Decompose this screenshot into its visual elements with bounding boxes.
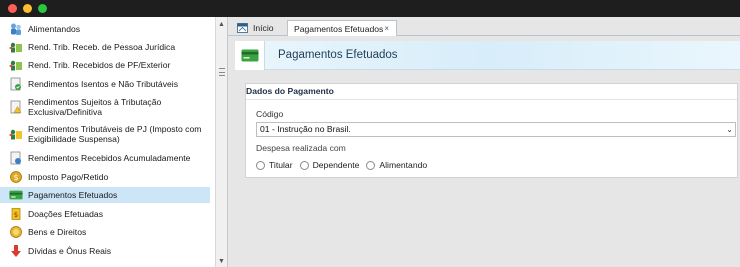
scroll-down-arrow-icon[interactable]: ▼	[218, 258, 225, 265]
radio-dependente[interactable]: Dependente	[299, 160, 360, 170]
sidebar-item-label: Alimentandos	[28, 23, 81, 34]
tab-label: Início	[253, 23, 274, 33]
close-window-button[interactable]	[8, 4, 17, 13]
sidebar: Alimentandos Rend. Trib. Receb. de Pesso…	[0, 17, 215, 267]
credit-card-icon	[235, 41, 265, 70]
sidebar-item-rend-acumuladamente[interactable]: Rendimentos Recebidos Acumuladamente	[0, 150, 210, 166]
scroll-up-arrow-icon[interactable]: ▲	[218, 21, 225, 28]
money-transfer-icon	[9, 127, 23, 141]
radio-button[interactable]	[366, 160, 376, 170]
sidebar-item-dividas[interactable]: Dívidas e Ônus Reais	[0, 243, 210, 259]
tab-inicio[interactable]: Início	[237, 20, 286, 36]
chevron-down-icon[interactable]: ⌄	[726, 123, 733, 136]
sidebar-item-label: Rend. Trib. Receb. de Pessoa Jurídica	[28, 41, 176, 52]
document-check-icon	[9, 77, 23, 91]
window-titlebar	[0, 0, 740, 17]
close-tab-icon[interactable]: ×	[384, 24, 389, 33]
maximize-window-button[interactable]	[38, 4, 47, 13]
sidebar-item-doacoes[interactable]: $ Doações Efetuadas	[0, 206, 210, 222]
sidebar-item-imposto-pago[interactable]: $ Imposto Pago/Retido	[0, 169, 210, 185]
sidebar-item-pagamentos-efetuados[interactable]: Pagamentos Efetuados	[0, 187, 210, 203]
page-header-banner: Pagamentos Efetuados	[235, 41, 740, 70]
minimize-window-button[interactable]	[23, 4, 32, 13]
radio-button[interactable]	[299, 160, 309, 170]
sidebar-item-label: Rendimentos Sujeitos à Tributação Exclus…	[28, 96, 162, 118]
payment-data-panel: Dados do Pagamento Código 01 - Instrução…	[245, 83, 738, 178]
sidebar-item-label: Rendimentos Isentos e Não Tributáveis	[28, 78, 178, 89]
tab-label: Pagamentos Efetuados	[294, 23, 384, 34]
coins-icon	[9, 225, 23, 239]
sidebar-item-rend-pj-suspensa[interactable]: Rendimentos Tributáveis de PJ (Imposto c…	[0, 123, 210, 145]
section-divider	[246, 99, 737, 100]
svg-text:$: $	[13, 173, 18, 182]
sidebar-item-label: Pagamentos Efetuados	[28, 189, 118, 200]
sidebar-item-rend-exclusiva[interactable]: Rendimentos Sujeitos à Tributação Exclus…	[0, 96, 210, 118]
radio-label: Dependente	[312, 160, 360, 170]
despesa-radio-group: Titular Dependente Alimentando	[256, 160, 434, 170]
sidebar-scrollbar[interactable]: ▲ ▼	[215, 17, 228, 267]
home-tab-icon	[237, 23, 248, 33]
page-title: Pagamentos Efetuados	[278, 49, 398, 61]
radio-alimentando[interactable]: Alimentando	[366, 160, 427, 170]
radio-label: Alimentando	[379, 160, 428, 170]
document-warning-icon	[9, 100, 23, 114]
coin-icon: $	[9, 170, 23, 184]
credit-card-icon	[9, 188, 23, 202]
sidebar-item-label: Rend. Trib. Recebidos de PF/Exterior	[28, 59, 171, 70]
codigo-label: Código	[256, 109, 284, 119]
tab-bar: Início Pagamentos Efetuados ×	[228, 17, 740, 36]
sidebar-item-rend-trib-pf[interactable]: Rend. Trib. Recebidos de PF/Exterior	[0, 57, 210, 73]
sidebar-item-label: Rendimentos Recebidos Acumuladamente	[28, 152, 191, 163]
scroll-grip-icon[interactable]	[219, 68, 225, 76]
radio-button[interactable]	[256, 160, 265, 170]
sidebar-item-rend-isentos[interactable]: Rendimentos Isentos e Não Tributáveis	[0, 76, 210, 92]
svg-text:$: $	[14, 211, 18, 219]
despesa-label: Despesa realizada com	[256, 143, 346, 153]
donation-icon: $	[9, 207, 23, 221]
radio-titular[interactable]: Titular	[256, 160, 293, 170]
codigo-selected-value: 01 - Instrução no Brasil.	[260, 124, 351, 134]
money-transfer-icon	[9, 58, 23, 72]
sidebar-item-alimentandos[interactable]: Alimentandos	[0, 21, 210, 37]
sidebar-item-label: Rendimentos Tributáveis de PJ (Imposto c…	[28, 123, 202, 145]
tab-pagamentos-efetuados[interactable]: Pagamentos Efetuados ×	[287, 20, 397, 36]
main-content: Início Pagamentos Efetuados × Pagamentos…	[228, 17, 740, 267]
money-transfer-icon	[9, 40, 23, 54]
sidebar-item-label: Dívidas e Ônus Reais	[28, 245, 112, 256]
sidebar-item-label: Imposto Pago/Retido	[28, 171, 109, 182]
sidebar-item-label: Bens e Direitos	[28, 226, 87, 237]
people-icon	[9, 22, 23, 36]
sidebar-item-label: Doações Efetuadas	[28, 208, 104, 219]
codigo-select[interactable]: 01 - Instrução no Brasil. ⌄	[256, 122, 736, 137]
section-title: Dados do Pagamento	[246, 86, 334, 96]
red-arrow-down-icon	[9, 244, 23, 258]
document-globe-icon	[9, 151, 23, 165]
sidebar-item-bens-direitos[interactable]: Bens e Direitos	[0, 224, 210, 240]
radio-label: Titular	[269, 160, 293, 170]
sidebar-item-rend-trib-pj[interactable]: Rend. Trib. Receb. de Pessoa Jurídica	[0, 39, 210, 55]
